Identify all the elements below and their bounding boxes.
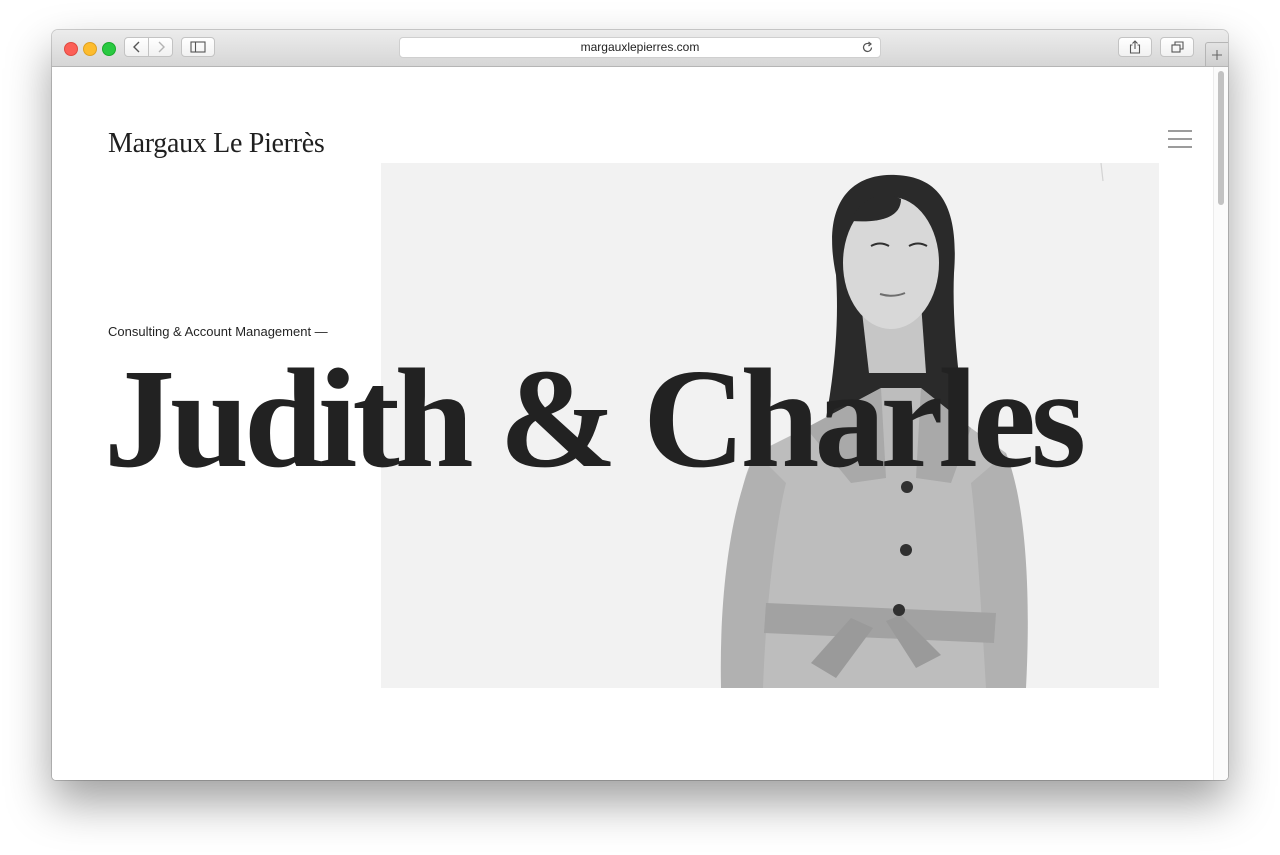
browser-toolbar: margauxlepierres.com bbox=[52, 30, 1228, 67]
hero-title: Judith & Charles bbox=[104, 339, 1086, 497]
back-button[interactable] bbox=[124, 37, 149, 57]
plus-icon bbox=[1212, 49, 1222, 60]
close-window-button[interactable] bbox=[64, 42, 78, 56]
tabs-overview-icon bbox=[1170, 41, 1184, 53]
url-text: margauxlepierres.com bbox=[580, 40, 700, 54]
new-tab-button[interactable] bbox=[1205, 42, 1228, 66]
vertical-scrollbar[interactable] bbox=[1213, 67, 1228, 780]
web-page: Margaux Le Pierrès Consulting & Account … bbox=[52, 67, 1228, 780]
browser-window: margauxlepierres.com Margaux Le Pierrès … bbox=[52, 30, 1228, 780]
reload-icon[interactable] bbox=[861, 41, 874, 54]
hero-tagline: Consulting & Account Management — bbox=[108, 324, 328, 339]
scrollbar-thumb[interactable] bbox=[1218, 71, 1224, 205]
hamburger-menu-icon[interactable] bbox=[1168, 129, 1194, 151]
minimize-window-button[interactable] bbox=[83, 42, 97, 56]
address-bar[interactable]: margauxlepierres.com bbox=[399, 37, 881, 58]
sidebar-icon bbox=[190, 41, 206, 53]
zoom-window-button[interactable] bbox=[102, 42, 116, 56]
site-logo[interactable]: Margaux Le Pierrès bbox=[108, 127, 325, 161]
chevron-left-icon bbox=[132, 41, 139, 53]
share-button[interactable] bbox=[1118, 37, 1152, 57]
chevron-right-icon bbox=[158, 41, 165, 53]
share-icon bbox=[1129, 40, 1141, 54]
sidebar-toggle-button[interactable] bbox=[181, 37, 215, 57]
forward-button[interactable] bbox=[148, 37, 173, 57]
tabs-overview-button[interactable] bbox=[1160, 37, 1194, 57]
